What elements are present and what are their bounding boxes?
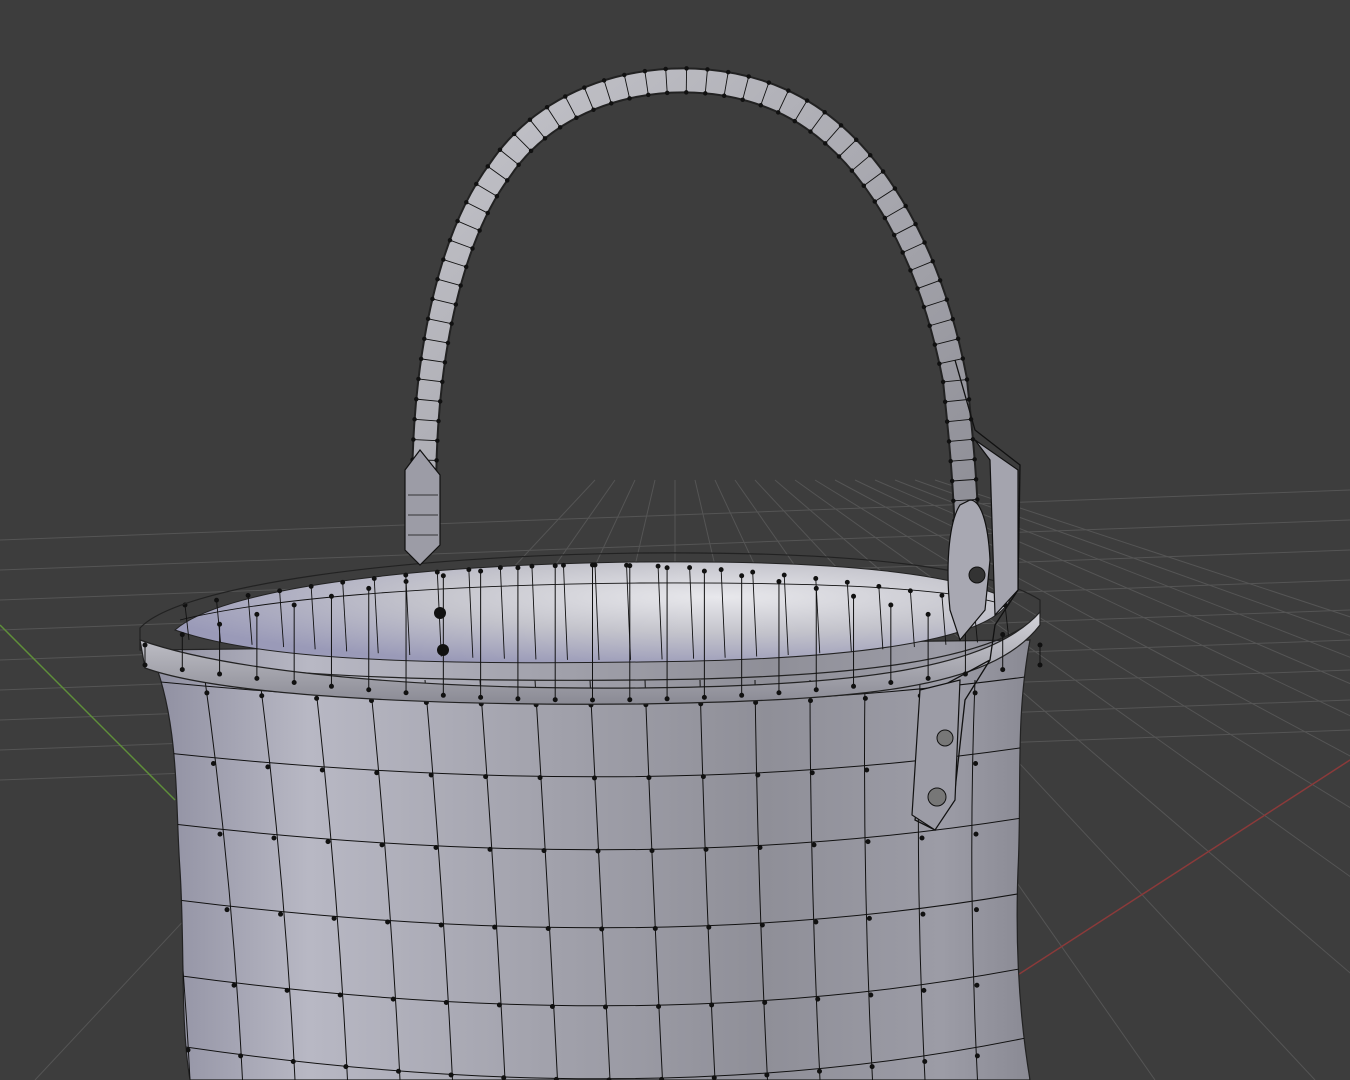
- 3d-viewport[interactable]: [0, 0, 1350, 1080]
- x-axis-line: [1009, 759, 1350, 981]
- right-rivet-bottom: [927, 787, 947, 807]
- left-rivet-top: [434, 607, 446, 619]
- viewport-canvas[interactable]: [0, 0, 1350, 1080]
- right-rivet-top: [936, 729, 954, 747]
- right-pivot-rivet: [968, 566, 986, 584]
- left-rivet-bottom: [437, 644, 449, 656]
- bucket-body[interactable]: [140, 639, 1040, 1080]
- bucket-handle[interactable]: [410, 66, 982, 573]
